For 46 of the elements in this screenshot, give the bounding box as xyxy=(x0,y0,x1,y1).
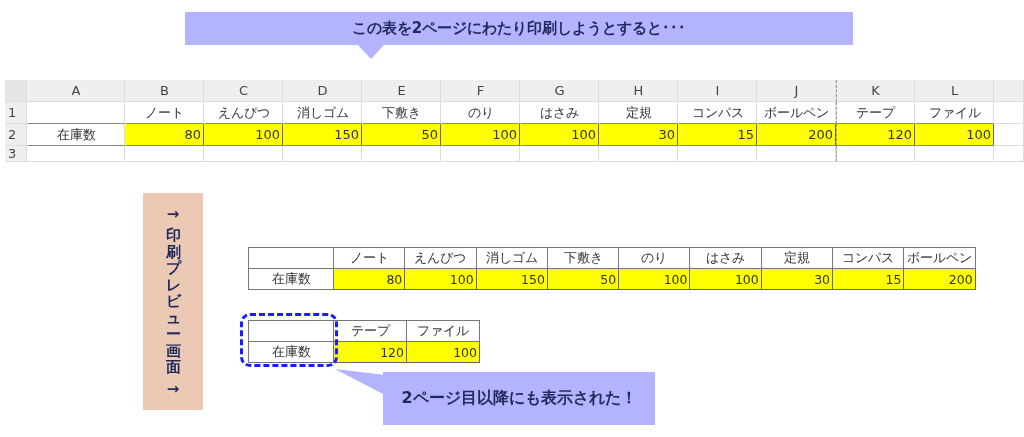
table-cell: 100 xyxy=(619,269,691,290)
table-cell: 50 xyxy=(547,269,620,290)
table-cell: 30 xyxy=(599,124,678,146)
callout-bubble: 2ページ目以降にも表示された！ xyxy=(383,372,655,425)
row-number[interactable]: 2 xyxy=(5,124,27,146)
table-cell: 100 xyxy=(405,269,477,290)
row-number[interactable]: 1 xyxy=(5,102,27,124)
table-cell: 80 xyxy=(125,124,204,146)
table-cell: 200 xyxy=(757,124,836,146)
column-header[interactable]: A xyxy=(27,80,125,102)
column-header[interactable]: H xyxy=(599,80,678,102)
table-cell: 150 xyxy=(476,269,548,290)
column-header[interactable]: E xyxy=(362,80,441,102)
column-header[interactable]: D xyxy=(283,80,362,102)
table-cell: 100 xyxy=(690,269,762,290)
column-header[interactable]: I xyxy=(678,80,757,102)
column-header[interactable]: K xyxy=(836,80,915,102)
row-number[interactable]: 3 xyxy=(5,146,27,162)
arrow-text: → xyxy=(166,205,180,223)
callout-pointer xyxy=(358,45,384,59)
column-header[interactable] xyxy=(994,80,1024,102)
column-header[interactable]: B xyxy=(125,80,204,102)
select-all-corner[interactable] xyxy=(5,80,27,102)
column-header[interactable]: G xyxy=(520,80,599,102)
table-cell: 120 xyxy=(836,124,915,146)
table-cell: 120 xyxy=(334,342,407,363)
empty-cell xyxy=(994,146,1024,162)
column-header[interactable]: C xyxy=(204,80,283,102)
table-cell: 100 xyxy=(407,342,480,363)
table-cell: 100 xyxy=(520,124,599,146)
table-cell: 80 xyxy=(334,269,406,290)
table-cell: 50 xyxy=(362,124,441,146)
vertical-label-text: 印刷プレビュー画面 xyxy=(165,227,181,376)
table-cell: 15 xyxy=(833,269,905,290)
arrow-text: → xyxy=(166,380,180,398)
table-cell: 15 xyxy=(678,124,757,146)
table-cell: 30 xyxy=(761,269,834,290)
empty-cell xyxy=(994,102,1024,124)
column-header[interactable]: F xyxy=(441,80,520,102)
table-cell: 150 xyxy=(283,124,362,146)
column-header[interactable]: J xyxy=(757,80,836,102)
table-cell: 100 xyxy=(441,124,520,146)
table-cell: 100 xyxy=(204,124,283,146)
table-cell: 100 xyxy=(915,124,994,146)
column-header[interactable]: L xyxy=(915,80,994,102)
table-cell: 200 xyxy=(904,269,976,290)
